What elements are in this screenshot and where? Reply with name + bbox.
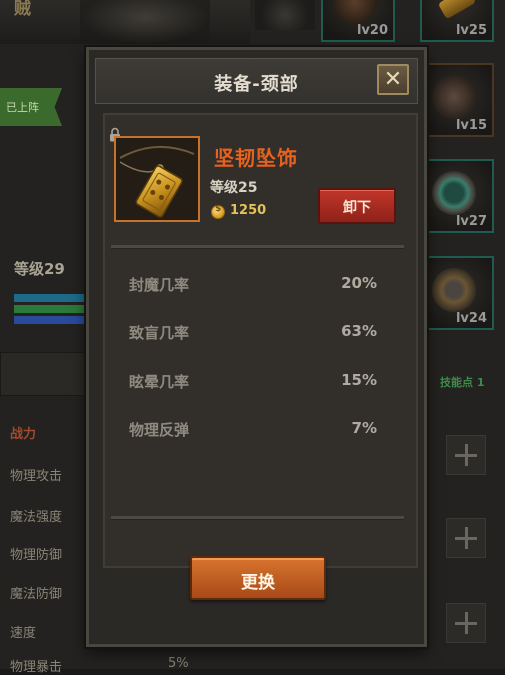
stat-speed: 速度: [10, 626, 37, 641]
coin-icon: [211, 204, 225, 219]
stat-phys-def: 物理防御: [10, 548, 63, 563]
stat-phys-attack: 物理攻击: [10, 469, 63, 484]
equipped-tag-label: 已上阵: [6, 101, 39, 114]
exp-bar-2: [14, 305, 84, 313]
hero-level: 等级29: [14, 260, 65, 278]
equipped-tag: 已上阵: [0, 88, 62, 126]
slot-level: lv15: [455, 118, 487, 133]
add-stat-button[interactable]: [446, 603, 486, 643]
slot-level: lv24: [455, 311, 487, 326]
stat-row: 致盲几率 63%: [129, 322, 377, 344]
bg-panel-block: [0, 352, 96, 396]
stat-magic-power: 魔法强度: [10, 510, 63, 525]
unequip-button[interactable]: 卸下: [318, 188, 396, 224]
stat-row: 封魔几率 20%: [129, 274, 377, 296]
replace-label: 更换: [241, 573, 275, 593]
stat-value: 15%: [341, 371, 377, 389]
emerald-ring-icon: [432, 171, 476, 215]
replace-button[interactable]: 更换: [190, 556, 326, 600]
stat-crit: 物理暴击: [10, 660, 63, 675]
belt-icon: [432, 75, 476, 119]
dialog-title: 装备-颈部: [214, 74, 299, 95]
item-icon-frame[interactable]: [114, 136, 200, 222]
divider-top: [111, 245, 404, 249]
exp-bar-1: [14, 294, 84, 302]
equip-slot-neck[interactable]: lv25: [420, 0, 494, 42]
equipment-dialog: 装备-颈部 ✕ 坚韧坠饰 等级25 $ 1250 卸下 封魔几率 20% 致盲几…: [86, 47, 427, 647]
close-icon: ✕: [383, 67, 403, 92]
shield-icon: [432, 268, 476, 312]
gold-pendant-icon: [116, 138, 198, 220]
stat-label: 眩晕几率: [129, 373, 190, 391]
stat-row: 眩晕几率 15%: [129, 371, 377, 393]
exp-bar-3: [14, 316, 84, 324]
item-price: 1250: [230, 203, 267, 218]
stat-row: 物理反弹 7%: [129, 419, 377, 441]
equip-slot-head[interactable]: lv20: [321, 0, 395, 42]
equip-slot-waist[interactable]: lv15: [420, 63, 494, 137]
equip-slot-shield[interactable]: lv24: [420, 256, 494, 330]
hero-portrait-detail: [255, 0, 315, 30]
item-level: 等级25: [210, 180, 258, 196]
helmet-icon: [333, 0, 377, 24]
stat-power: 战力: [10, 427, 37, 442]
unequip-label: 卸下: [343, 200, 371, 216]
equip-slot-ring[interactable]: lv27: [420, 159, 494, 233]
stat-magic-def: 魔法防御: [10, 587, 63, 602]
divider-bottom: [111, 516, 404, 520]
close-button[interactable]: ✕: [377, 64, 409, 95]
add-stat-button[interactable]: [446, 435, 486, 475]
item-name: 坚韧坠饰: [214, 146, 298, 170]
slot-level: lv20: [356, 23, 388, 38]
stat-label: 封魔几率: [129, 276, 190, 294]
skill-points: 技能点 1: [440, 376, 485, 389]
dialog-titlebar: 装备-颈部: [95, 58, 418, 104]
stat-value: 63%: [341, 322, 377, 340]
stat-value: 7%: [351, 419, 377, 437]
add-stat-button[interactable]: [446, 518, 486, 558]
hero-portrait: [80, 0, 210, 44]
gold-bar-icon: [437, 0, 477, 20]
stat-label: 物理反弹: [129, 421, 190, 439]
slot-level: lv25: [455, 23, 487, 38]
slot-level: lv27: [455, 214, 487, 229]
hero-name: 贼: [14, 0, 31, 19]
stat-label: 致盲几率: [129, 324, 190, 342]
stat-value: 20%: [341, 274, 377, 292]
